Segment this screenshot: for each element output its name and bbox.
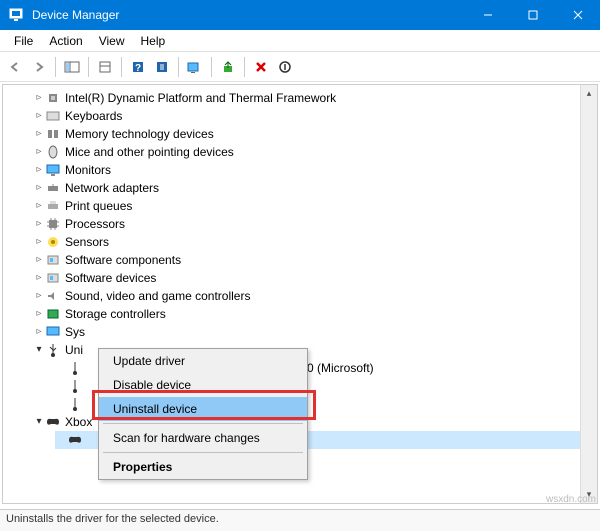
tree-item[interactable]: ▹Software devices: [33, 269, 597, 287]
help-button[interactable]: ?: [127, 56, 149, 78]
tree-item[interactable]: ▹Processors: [33, 215, 597, 233]
toolbar: ?: [0, 52, 600, 82]
processor-icon: [45, 216, 61, 232]
tree-label: Print queues: [65, 197, 132, 215]
tree-label: Sound, video and game controllers: [65, 287, 250, 305]
tree-label: Sensors: [65, 233, 109, 251]
forward-button[interactable]: [28, 56, 50, 78]
menu-action[interactable]: Action: [41, 32, 90, 50]
minimize-button[interactable]: [465, 0, 510, 30]
storage-icon: [45, 306, 61, 322]
app-icon: [8, 7, 24, 23]
back-button[interactable]: [4, 56, 26, 78]
tree-item[interactable]: ▹Sensors: [33, 233, 597, 251]
tree-item[interactable]: ▹Keyboards: [33, 107, 597, 125]
ctx-update-driver[interactable]: Update driver: [99, 349, 307, 373]
tree-label: Network adapters: [65, 179, 159, 197]
usb-icon: [67, 378, 83, 394]
window-buttons: [465, 0, 600, 30]
uninstall-button[interactable]: [250, 56, 272, 78]
usb-icon: [67, 396, 83, 412]
menu-bar: File Action View Help: [0, 30, 600, 52]
context-menu: Update driver Disable device Uninstall d…: [98, 348, 308, 480]
ctx-scan-hardware[interactable]: Scan for hardware changes: [99, 426, 307, 450]
update-driver-button[interactable]: [217, 56, 239, 78]
svg-text:?: ?: [135, 63, 141, 74]
tree-label: Xbox: [65, 413, 92, 431]
tree-label: Storage controllers: [65, 305, 166, 323]
printer-icon: [45, 198, 61, 214]
ctx-uninstall-device[interactable]: Uninstall device: [99, 397, 307, 421]
action-button[interactable]: [151, 56, 173, 78]
properties-button[interactable]: [94, 56, 116, 78]
scroll-track[interactable]: [581, 102, 597, 486]
scroll-up-button[interactable]: ▴: [581, 85, 597, 102]
tree-item[interactable]: ▹Storage controllers: [33, 305, 597, 323]
controller-icon: [45, 414, 61, 430]
menu-separator: [103, 423, 303, 424]
tree-label: Monitors: [65, 161, 111, 179]
tree-label: Memory technology devices: [65, 125, 214, 143]
tree-label: Keyboards: [65, 107, 122, 125]
software-icon: [45, 270, 61, 286]
software-icon: [45, 252, 61, 268]
mouse-icon: [45, 144, 61, 160]
tree-item[interactable]: ▹Monitors: [33, 161, 597, 179]
status-text: Uninstalls the driver for the selected d…: [6, 513, 219, 525]
tree-label: Software components: [65, 251, 181, 269]
maximize-button[interactable]: [510, 0, 555, 30]
tree-item[interactable]: ▹Print queues: [33, 197, 597, 215]
tree-item[interactable]: ▹Software components: [33, 251, 597, 269]
sound-icon: [45, 288, 61, 304]
menu-view[interactable]: View: [91, 32, 133, 50]
keyboard-icon: [45, 108, 61, 124]
tree-item[interactable]: ▹Sys: [33, 323, 597, 341]
tree-item[interactable]: ▹Memory technology devices: [33, 125, 597, 143]
monitor-icon: [45, 162, 61, 178]
tree-label: Processors: [65, 215, 125, 233]
tree-label: Intel(R) Dynamic Platform and Thermal Fr…: [65, 89, 336, 107]
title-bar: Device Manager: [0, 0, 600, 30]
network-icon: [45, 180, 61, 196]
scan-hardware-button[interactable]: [184, 56, 206, 78]
menu-file[interactable]: File: [6, 32, 41, 50]
ctx-disable-device[interactable]: Disable device: [99, 373, 307, 397]
tree-label: 1.0 (Microsoft): [297, 359, 374, 377]
sensor-icon: [45, 234, 61, 250]
tree-label: Software devices: [65, 269, 156, 287]
usb-icon: [45, 342, 61, 358]
tree-item[interactable]: ▹Network adapters: [33, 179, 597, 197]
menu-help[interactable]: Help: [133, 32, 174, 50]
menu-separator: [103, 452, 303, 453]
usb-icon: [67, 360, 83, 376]
watermark-text: wsxdn.com: [546, 494, 596, 505]
tree-label: Uni: [65, 341, 83, 359]
tree-item[interactable]: ▹Sound, video and game controllers: [33, 287, 597, 305]
vertical-scrollbar[interactable]: ▴ ▾: [580, 85, 597, 503]
tree-label: Sys: [65, 323, 85, 341]
tree-item[interactable]: ▹Mice and other pointing devices: [33, 143, 597, 161]
tree-item[interactable]: ▹Intel(R) Dynamic Platform and Thermal F…: [33, 89, 597, 107]
window-title: Device Manager: [32, 8, 465, 22]
close-button[interactable]: [555, 0, 600, 30]
ctx-properties[interactable]: Properties: [99, 455, 307, 479]
chip-icon: [45, 90, 61, 106]
system-icon: [45, 324, 61, 340]
controller-icon: [67, 432, 83, 448]
tree-label: Mice and other pointing devices: [65, 143, 234, 161]
show-hide-tree-button[interactable]: [61, 56, 83, 78]
disable-button[interactable]: [274, 56, 296, 78]
memory-icon: [45, 126, 61, 142]
status-bar: Uninstalls the driver for the selected d…: [0, 509, 600, 531]
